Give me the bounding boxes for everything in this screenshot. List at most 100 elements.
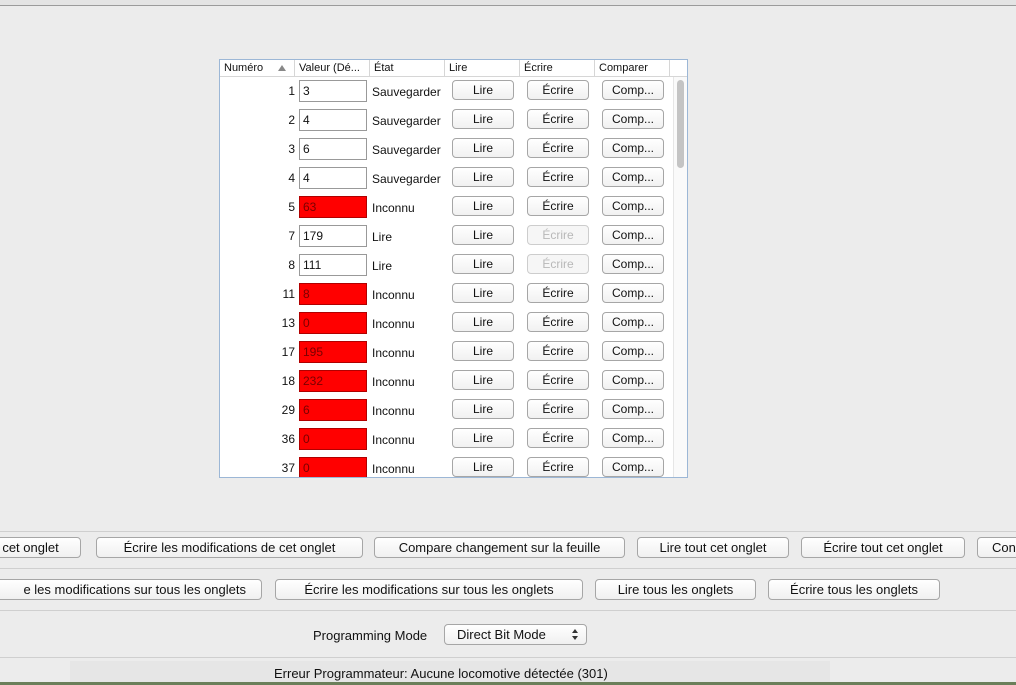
separator (0, 657, 1016, 658)
compare-cv-button[interactable]: Comp... (602, 254, 664, 274)
read-cv-button[interactable]: Lire (452, 370, 514, 390)
programming-mode-label: Programming Mode (313, 628, 428, 643)
read-cv-button[interactable]: Lire (452, 399, 514, 419)
read-cv-button[interactable]: Lire (452, 254, 514, 274)
cv-number: 5 (288, 200, 295, 214)
cv-value-input[interactable]: 8 (299, 283, 367, 305)
read-cv-button[interactable]: Lire (452, 109, 514, 129)
compare-cv-button[interactable]: Comp... (602, 167, 664, 187)
table-row: 1 3 Sauvegarder Lire Écrire Comp... (220, 77, 674, 106)
compare-cv-button[interactable]: Comp... (602, 399, 664, 419)
table-header: Numéro Valeur (Dé... État Lire Écrire Co… (220, 60, 687, 77)
table-row: 3 6 Sauvegarder Lire Écrire Comp... (220, 135, 674, 164)
cv-number: 13 (281, 316, 295, 330)
cv-state: Inconnu (372, 375, 415, 389)
write-cv-button[interactable]: Écrire (527, 283, 589, 303)
read-cv-button[interactable]: Lire (452, 80, 514, 100)
cv-number: 36 (281, 432, 295, 446)
read-cv-button[interactable]: Lire (452, 312, 514, 332)
write-cv-button[interactable]: Écrire (527, 312, 589, 332)
scrollbar-thumb[interactable] (677, 80, 684, 168)
read-changes-all-button[interactable]: e les modifications sur tous les onglets (0, 579, 262, 600)
write-cv-button: Écrire (527, 254, 589, 274)
cv-value-input[interactable]: 111 (299, 254, 367, 276)
cv-value-input[interactable]: 3 (299, 80, 367, 102)
cv-value-input[interactable]: 63 (299, 196, 367, 218)
table-row: 5 63 Inconnu Lire Écrire Comp... (220, 193, 674, 222)
cv-value-input[interactable]: 195 (299, 341, 367, 363)
table-row: 2 4 Sauvegarder Lire Écrire Comp... (220, 106, 674, 135)
updown-chevron-icon (572, 628, 580, 641)
write-all-sheet-button[interactable]: Écrire tout cet onglet (801, 537, 965, 558)
write-changes-all-button[interactable]: Écrire les modifications sur tous les on… (275, 579, 583, 600)
table-row: 37 0 Inconnu Lire Écrire Comp... (220, 454, 674, 477)
table-row: 4 4 Sauvegarder Lire Écrire Comp... (220, 164, 674, 193)
write-cv-button[interactable]: Écrire (527, 399, 589, 419)
read-cv-button[interactable]: Lire (452, 428, 514, 448)
column-header-value[interactable]: Valeur (Dé... (295, 60, 370, 76)
vertical-scrollbar[interactable] (673, 77, 687, 477)
read-cv-button[interactable]: Lire (452, 167, 514, 187)
compare-all-sheet-button[interactable]: Con (977, 537, 1016, 558)
read-cv-button[interactable]: Lire (452, 138, 514, 158)
compare-cv-button[interactable]: Comp... (602, 80, 664, 100)
compare-cv-button[interactable]: Comp... (602, 370, 664, 390)
column-header-compare[interactable]: Comparer (595, 60, 670, 76)
cv-value-input[interactable]: 232 (299, 370, 367, 392)
read-cv-button[interactable]: Lire (452, 225, 514, 245)
column-header-state[interactable]: État (370, 60, 445, 76)
programming-mode-select[interactable]: Direct Bit Mode (444, 624, 587, 645)
write-cv-button[interactable]: Écrire (527, 109, 589, 129)
cv-state: Inconnu (372, 404, 415, 418)
compare-cv-button[interactable]: Comp... (602, 109, 664, 129)
table-row: 36 0 Inconnu Lire Écrire Comp... (220, 425, 674, 454)
cv-value-input[interactable]: 179 (299, 225, 367, 247)
read-changes-sheet-button[interactable]: cet onglet (0, 537, 81, 558)
column-header-read[interactable]: Lire (445, 60, 520, 76)
cv-value-input[interactable]: 4 (299, 167, 367, 189)
compare-cv-button[interactable]: Comp... (602, 312, 664, 332)
cv-value-input[interactable]: 0 (299, 312, 367, 334)
cv-value-input[interactable]: 6 (299, 138, 367, 160)
read-cv-button[interactable]: Lire (452, 283, 514, 303)
compare-cv-button[interactable]: Comp... (602, 196, 664, 216)
read-cv-button[interactable]: Lire (452, 196, 514, 216)
cv-state: Lire (372, 230, 393, 244)
cv-state: Inconnu (372, 433, 415, 447)
cv-state: Sauvegarder (372, 114, 441, 128)
write-cv-button[interactable]: Écrire (527, 80, 589, 100)
table-row: 7 179 Lire Lire Écrire Comp... (220, 222, 674, 251)
compare-cv-button[interactable]: Comp... (602, 225, 664, 245)
compare-sheet-button[interactable]: Compare changement sur la feuille (374, 537, 625, 558)
read-cv-button[interactable]: Lire (452, 341, 514, 361)
compare-cv-button[interactable]: Comp... (602, 341, 664, 361)
cv-value-input[interactable]: 0 (299, 457, 367, 477)
column-header-number[interactable]: Numéro (220, 60, 295, 76)
cv-number: 2 (288, 113, 295, 127)
compare-cv-button[interactable]: Comp... (602, 457, 664, 477)
write-cv-button[interactable]: Écrire (527, 167, 589, 187)
write-cv-button[interactable]: Écrire (527, 428, 589, 448)
write-changes-sheet-button[interactable]: Écrire les modifications de cet onglet (96, 537, 363, 558)
write-cv-button[interactable]: Écrire (527, 341, 589, 361)
cv-value-input[interactable]: 0 (299, 428, 367, 450)
write-cv-button[interactable]: Écrire (527, 138, 589, 158)
write-cv-button[interactable]: Écrire (527, 370, 589, 390)
cv-value-input[interactable]: 6 (299, 399, 367, 421)
column-header-write[interactable]: Écrire (520, 60, 595, 76)
cv-state: Inconnu (372, 288, 415, 302)
table-row: 8 111 Lire Lire Écrire Comp... (220, 251, 674, 280)
write-cv-button[interactable]: Écrire (527, 196, 589, 216)
read-all-tabs-button[interactable]: Lire tous les onglets (595, 579, 756, 600)
write-cv-button[interactable]: Écrire (527, 457, 589, 477)
compare-cv-button[interactable]: Comp... (602, 428, 664, 448)
read-all-sheet-button[interactable]: Lire tout cet onglet (637, 537, 789, 558)
compare-cv-button[interactable]: Comp... (602, 138, 664, 158)
write-all-tabs-button[interactable]: Écrire tous les onglets (768, 579, 940, 600)
cv-state: Inconnu (372, 317, 415, 331)
write-cv-button: Écrire (527, 225, 589, 245)
read-cv-button[interactable]: Lire (452, 457, 514, 477)
table-row: 29 6 Inconnu Lire Écrire Comp... (220, 396, 674, 425)
compare-cv-button[interactable]: Comp... (602, 283, 664, 303)
cv-value-input[interactable]: 4 (299, 109, 367, 131)
